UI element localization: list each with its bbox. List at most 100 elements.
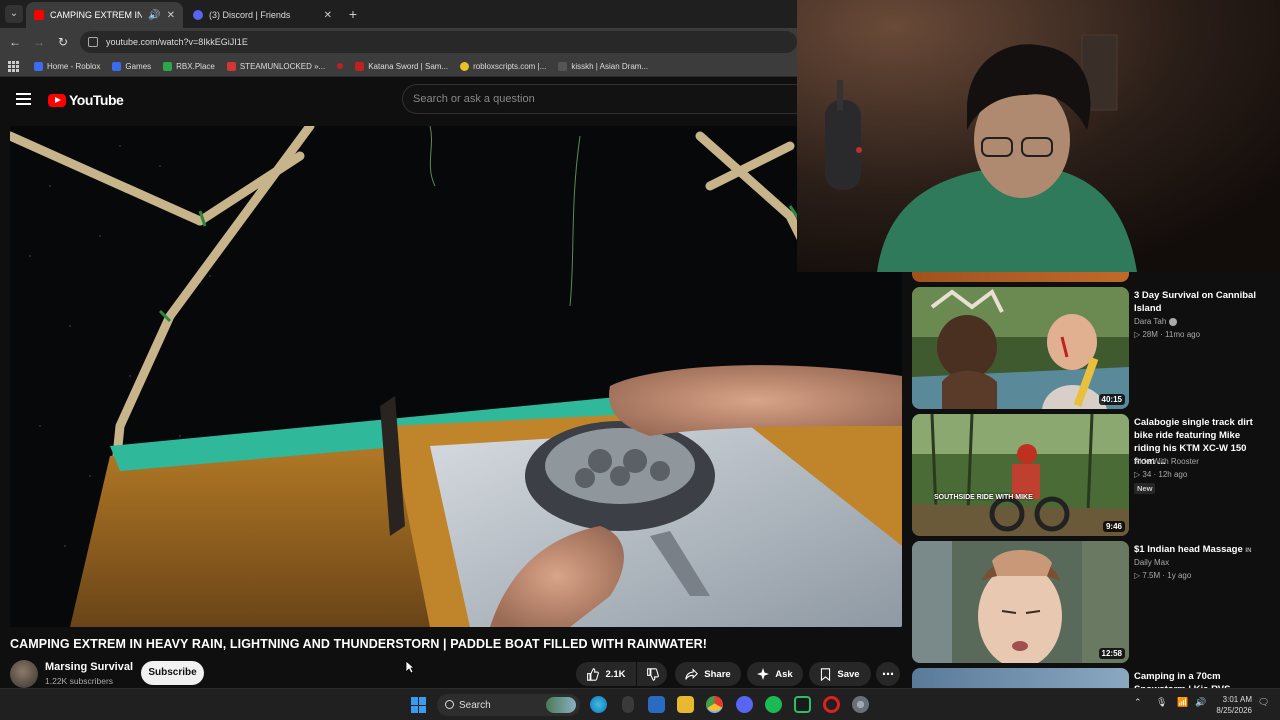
edge-icon[interactable] <box>590 696 607 713</box>
notifications-icon[interactable]: 🗨 <box>1258 697 1269 708</box>
recommendation-thumbnail[interactable]: 40:15 <box>912 287 1129 409</box>
volume-icon[interactable]: 🔊 <box>1195 697 1206 708</box>
close-tab-icon[interactable]: ✕ <box>324 10 332 21</box>
webcam-feed <box>797 0 1280 272</box>
reload-button[interactable]: ↻ <box>54 33 72 51</box>
tab-title: (3) Discord | Friends <box>209 10 291 20</box>
youtube-header: YouTube Search or ask a question <box>0 78 797 122</box>
wifi-icon[interactable]: 📶 <box>1177 697 1188 708</box>
settings-gear-icon[interactable] <box>852 696 869 713</box>
duration-badge: 9:46 <box>1102 521 1125 532</box>
recommendation-title[interactable]: $1 Indian head Massage IN <box>1134 543 1264 558</box>
bookmark-label: STEAMUNLOCKED »... <box>239 61 326 71</box>
taskbar-search[interactable]: Search <box>437 694 580 716</box>
sparkle-icon <box>757 668 770 680</box>
subscribe-button[interactable]: Subscribe <box>141 661 204 685</box>
bookmark-item[interactable]: RBX.Place <box>163 61 215 71</box>
search-input[interactable]: Search or ask a question <box>402 84 797 114</box>
tab-title: CAMPING EXTREM IN HEAV <box>50 10 143 20</box>
chrome-icon[interactable] <box>706 696 723 713</box>
audio-icon[interactable]: 🔊 <box>148 10 160 21</box>
recommendation-channel[interactable]: Ride With Rooster <box>1134 457 1199 466</box>
mouse-app-icon[interactable] <box>622 696 634 713</box>
back-button[interactable]: ← <box>6 33 24 51</box>
close-tab-icon[interactable]: ✕ <box>167 10 175 21</box>
more-dots-icon: ⋯ <box>882 667 894 681</box>
file-explorer-icon[interactable] <box>677 696 694 713</box>
thumbnail-image <box>912 287 1129 409</box>
bookmark-item[interactable]: Home - Roblox <box>34 61 101 71</box>
discord-icon[interactable] <box>736 696 753 713</box>
opera-icon[interactable] <box>823 696 840 713</box>
terminal-app-icon[interactable] <box>794 696 811 713</box>
bookmark-item[interactable]: Katana Sword | Sam... <box>355 61 449 71</box>
rbx-place-icon <box>163 61 173 71</box>
system-clock[interactable]: 3:01 AM 8/25/2026 <box>1212 694 1252 716</box>
channel-name[interactable]: Marsing Survival <box>45 661 133 673</box>
recommendation-thumbnail[interactable]: SOUTHSIDE RIDE WITH MIKE 9:46 <box>912 414 1129 536</box>
more-actions-button[interactable]: ⋯ <box>876 662 900 686</box>
bookmark-label: RBX.Place <box>176 61 215 71</box>
recommendation-item[interactable]: 40:15 3 Day Survival on Cannibal Island … <box>912 287 1272 409</box>
recommendation-meta: ▷ 28M · 11mo ago <box>1134 330 1201 339</box>
recommendation-channel[interactable]: Dara Tah <box>1134 317 1178 326</box>
logo-text: YouTube <box>69 92 124 108</box>
video-frame <box>10 126 902 627</box>
recommendation-title[interactable]: 3 Day Survival on Cannibal Island <box>1134 289 1264 315</box>
tab-discord[interactable]: (3) Discord | Friends ✕ <box>185 2 340 28</box>
bookmark-item[interactable]: kisskh | Asian Dram... <box>558 61 648 71</box>
bookmark-item[interactable]: STEAMUNLOCKED »... <box>226 61 326 71</box>
bookmark-label: Katana Sword | Sam... <box>368 61 449 71</box>
new-tab-button[interactable]: + <box>344 5 362 23</box>
save-button[interactable]: Save <box>809 662 871 686</box>
recommendation-channel[interactable]: Daily Max <box>1134 558 1169 567</box>
roblox-icon <box>34 61 43 71</box>
spotify-icon[interactable] <box>765 696 782 713</box>
save-label: Save <box>837 668 860 680</box>
share-button[interactable]: Share <box>675 662 741 686</box>
forward-button[interactable]: → <box>30 33 48 51</box>
dislike-button[interactable] <box>637 662 667 686</box>
tab-search-button[interactable]: ⌄ <box>5 5 23 23</box>
recommendation-thumbnail-partial[interactable] <box>912 272 1129 282</box>
bookmark-label: Home - Roblox <box>47 61 101 71</box>
share-icon <box>685 667 699 680</box>
site-info-icon[interactable] <box>88 37 98 47</box>
meta-text: 28M · 11mo ago <box>1142 330 1201 339</box>
address-bar-row: ← → ↻ youtube.com/watch?v=8IkkEGiJI1E <box>0 28 797 56</box>
windows-start-icon[interactable] <box>411 697 427 713</box>
kisskh-icon <box>558 61 568 71</box>
recommendation-meta: ▷ 7.5M · 1y ago <box>1134 571 1192 580</box>
recommendation-thumbnail[interactable] <box>912 668 1129 688</box>
ask-button[interactable]: Ask <box>747 662 803 686</box>
apps-grid-icon[interactable] <box>8 61 20 72</box>
bookmark-item[interactable]: robloxscripts.com |... <box>460 61 547 71</box>
bookmark-dot-icon <box>337 63 344 69</box>
recommendation-thumbnail[interactable]: 12:58 <box>912 541 1129 663</box>
thumbnail-caption: SOUTHSIDE RIDE WITH MIKE <box>934 494 1033 501</box>
store-icon[interactable] <box>648 696 665 713</box>
recommendation-title[interactable]: Camping in a 70cm Snowstorm | Kia RVS Ca… <box>1134 670 1264 688</box>
channel-avatar[interactable] <box>10 660 38 688</box>
tab-youtube[interactable]: CAMPING EXTREM IN HEAV 🔊 ✕ <box>26 2 183 28</box>
bookmark-item[interactable]: Games <box>112 61 151 71</box>
language-tag: IN <box>1245 548 1252 554</box>
steam-icon <box>226 61 236 71</box>
like-button[interactable]: 2.1K <box>576 662 636 686</box>
search-label: Search <box>459 699 491 711</box>
bookmark-label: robloxscripts.com |... <box>473 61 547 71</box>
microphone-icon[interactable]: 🎙 <box>1156 697 1167 708</box>
verified-icon <box>1169 317 1178 326</box>
bookmark-item[interactable] <box>337 63 344 69</box>
youtube-logo[interactable]: YouTube <box>48 92 124 108</box>
ask-label: Ask <box>775 668 793 680</box>
recommendation-item[interactable]: Camping in a 70cm Snowstorm | Kia RVS Ca… <box>912 668 1272 688</box>
menu-icon[interactable] <box>16 93 31 105</box>
youtube-favicon-icon <box>34 10 44 20</box>
recommendation-item[interactable]: 12:58 $1 Indian head Massage IN Daily Ma… <box>912 541 1272 663</box>
tray-chevron-icon[interactable]: ⌃ <box>1134 697 1142 708</box>
video-player[interactable] <box>10 126 902 627</box>
url-input[interactable]: youtube.com/watch?v=8IkkEGiJI1E <box>80 31 797 53</box>
recommendation-item[interactable]: SOUTHSIDE RIDE WITH MIKE 9:46 Calabogie … <box>912 414 1272 536</box>
robloxscripts-icon <box>460 61 470 71</box>
